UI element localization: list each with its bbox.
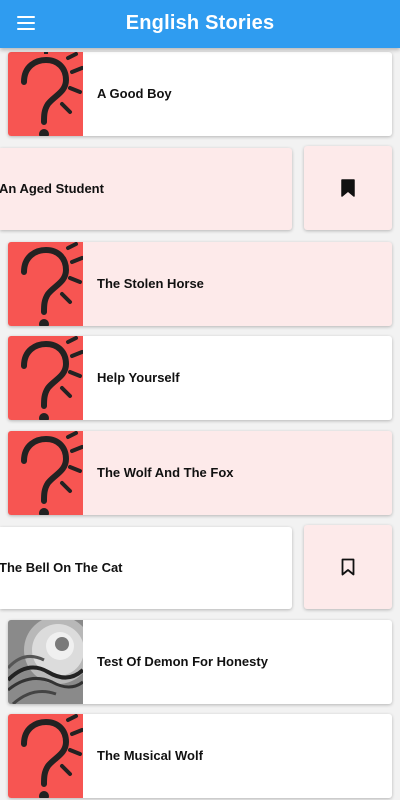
story-title: Help Yourself [97, 370, 180, 385]
question-mark-thumbnail [8, 242, 83, 326]
app-bar: English Stories [0, 0, 400, 48]
bookmark-filled-icon [341, 179, 355, 197]
story-card-the-wolf-and-the-fox[interactable]: The Wolf And The Fox [8, 431, 392, 515]
story-card-the-stolen-horse[interactable]: The Stolen Horse [8, 242, 392, 326]
spiral-staircase-thumbnail [8, 620, 83, 704]
story-title: Test Of Demon For Honesty [97, 654, 268, 669]
story-title: The Stolen Horse [97, 276, 204, 291]
story-card-a-good-boy[interactable]: A Good Boy [8, 52, 392, 136]
story-title: A Good Boy [97, 86, 172, 101]
story-title: The Wolf And The Fox [97, 465, 234, 480]
bookmark-button[interactable] [304, 525, 392, 609]
story-title: The Bell On The Cat [0, 560, 123, 575]
bookmark-button[interactable] [304, 146, 392, 230]
question-mark-icon [21, 52, 83, 136]
story-card-an-aged-student[interactable]: An Aged Student [0, 148, 292, 230]
story-card-help-yourself[interactable]: Help Yourself [8, 336, 392, 420]
question-mark-icon [21, 336, 83, 420]
question-mark-thumbnail [8, 431, 83, 515]
question-mark-icon [21, 714, 83, 798]
bookmark-outline-icon [341, 558, 355, 576]
question-mark-icon [21, 242, 83, 326]
story-card-the-musical-wolf[interactable]: The Musical Wolf [8, 714, 392, 798]
question-mark-icon [21, 431, 83, 515]
story-title: An Aged Student [0, 181, 104, 196]
app-title: English Stories [125, 12, 275, 34]
story-card-the-bell-on-the-cat[interactable]: The Bell On The Cat [0, 527, 292, 609]
question-mark-thumbnail [8, 52, 83, 136]
question-mark-thumbnail [8, 336, 83, 420]
story-list[interactable]: A Good Boy An Aged Student The Stolen Ho… [0, 48, 400, 800]
story-title: The Musical Wolf [97, 748, 203, 763]
spiral-staircase-photo [8, 620, 83, 704]
story-card-test-of-demon-for-honesty[interactable]: Test Of Demon For Honesty [8, 620, 392, 704]
question-mark-thumbnail [8, 714, 83, 798]
